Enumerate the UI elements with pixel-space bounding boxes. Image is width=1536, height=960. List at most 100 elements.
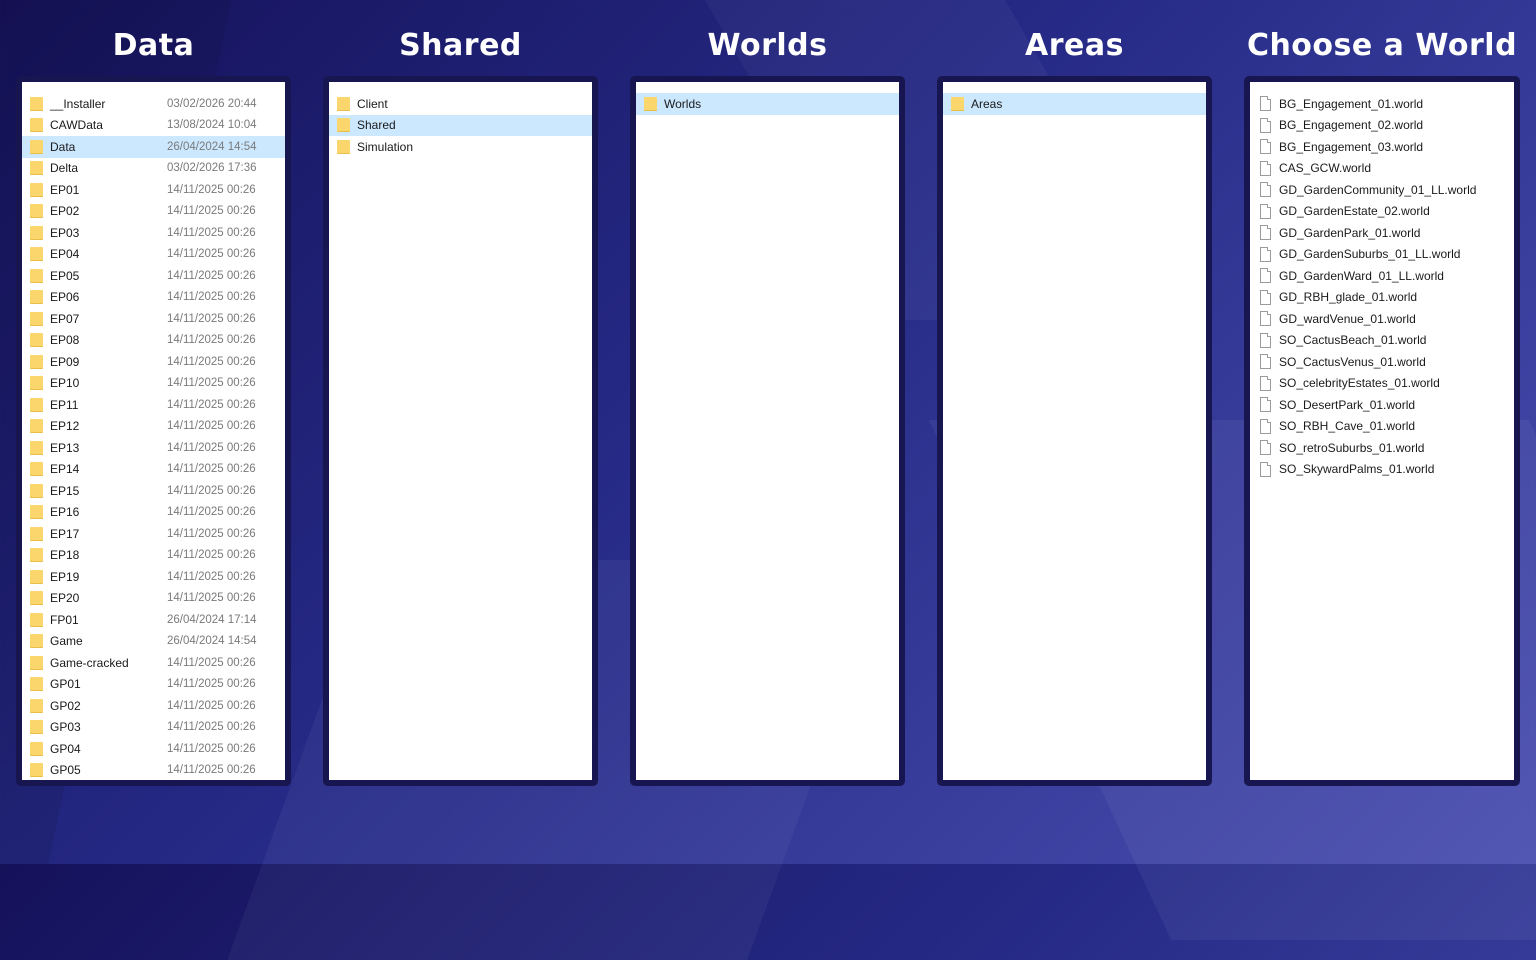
list-item[interactable]: Data 26/04/2024 14:54 <box>22 136 285 158</box>
explorer-frame: Worlds <box>630 76 905 786</box>
list-item[interactable]: Delta 03/02/2026 17:36 <box>22 158 285 180</box>
list-item[interactable]: GP03 14/11/2025 00:26 <box>22 717 285 739</box>
list-item[interactable]: EP03 14/11/2025 00:26 <box>22 222 285 244</box>
list-item[interactable]: CAS_GCW.world <box>1250 158 1514 180</box>
file-icon <box>1260 139 1271 155</box>
file-list-panel[interactable]: Worlds <box>636 82 899 780</box>
item-date: 26/04/2024 14:54 <box>167 140 257 153</box>
list-item[interactable]: GD_GardenWard_01_LL.world <box>1250 265 1514 287</box>
list-item[interactable]: SO_retroSuburbs_01.world <box>1250 437 1514 459</box>
item-name: BG_Engagement_03.world <box>1279 139 1424 154</box>
item-date: 14/11/2025 00:26 <box>167 764 256 777</box>
list-item[interactable]: EP07 14/11/2025 00:26 <box>22 308 285 330</box>
item-name: EP11 <box>50 397 79 412</box>
item-name: BG_Engagement_01.world <box>1279 96 1424 111</box>
list-item[interactable]: EP08 14/11/2025 00:26 <box>22 330 285 352</box>
list-item[interactable]: SO_CactusBeach_01.world <box>1250 330 1514 352</box>
item-name: EP08 <box>50 333 80 348</box>
list-item[interactable]: EP19 14/11/2025 00:26 <box>22 566 285 588</box>
item-date: 14/11/2025 00:26 <box>167 699 256 712</box>
file-icon <box>1260 461 1271 477</box>
file-icon <box>1260 289 1271 305</box>
folder-icon <box>30 182 43 197</box>
list-item[interactable]: SO_SkywardPalms_01.world <box>1250 459 1514 481</box>
explorer-frame: BG_Engagement_01.world BG_Engagement_02.w… <box>1244 76 1520 786</box>
list-item[interactable]: FP01 26/04/2024 17:14 <box>22 609 285 631</box>
list-item[interactable]: GD_GardenSuburbs_01_LL.world <box>1250 244 1514 266</box>
file-list-panel[interactable]: Areas <box>943 82 1206 780</box>
list-item[interactable]: Game-cracked 14/11/2025 00:26 <box>22 652 285 674</box>
item-name: CAS_GCW.world <box>1279 161 1372 176</box>
item-name: EP06 <box>50 290 80 305</box>
item-name: GD_GardenWard_01_LL.world <box>1279 268 1444 283</box>
list-item[interactable]: BG_Engagement_02.world <box>1250 115 1514 137</box>
list-item[interactable]: Areas <box>943 93 1206 115</box>
list-item[interactable]: Shared <box>329 114 592 136</box>
list-item[interactable]: BG_Engagement_01.world <box>1250 93 1514 115</box>
list-item[interactable]: GD_GardenPark_01.world <box>1250 222 1514 244</box>
list-item[interactable]: EP09 14/11/2025 00:26 <box>22 351 285 373</box>
list-item[interactable]: EP14 14/11/2025 00:26 <box>22 459 285 481</box>
list-item[interactable]: Simulation <box>329 136 592 158</box>
item-name: GP01 <box>50 677 81 692</box>
list-item[interactable]: SO_RBH_Cave_01.world <box>1250 416 1514 438</box>
item-name: EP18 <box>50 548 80 563</box>
list-item[interactable]: GD_RBH_glade_01.world <box>1250 287 1514 309</box>
folder-icon <box>30 268 43 283</box>
file-icon <box>1260 397 1271 413</box>
list-item[interactable]: EP10 14/11/2025 00:26 <box>22 373 285 395</box>
item-name: EP19 <box>50 569 80 584</box>
list-item[interactable]: GD_GardenCommunity_01_LL.world <box>1250 179 1514 201</box>
file-list-panel[interactable]: Client Shared Simulation <box>329 82 592 780</box>
file-list-panel[interactable]: __Installer 03/02/2026 20:44 CAWData 13/08/… <box>22 82 285 780</box>
explorer-frame: Client Shared Simulation <box>323 76 598 786</box>
list-item[interactable]: GD_wardVenue_01.world <box>1250 308 1514 330</box>
file-list-panel[interactable]: BG_Engagement_01.world BG_Engagement_02.w… <box>1250 82 1514 780</box>
list-item[interactable]: EP05 14/11/2025 00:26 <box>22 265 285 287</box>
folder-icon <box>30 311 43 326</box>
list-item[interactable]: Client <box>329 93 592 115</box>
list-item[interactable]: EP13 14/11/2025 00:26 <box>22 437 285 459</box>
item-name: __Installer <box>50 96 106 111</box>
list-item[interactable]: EP02 14/11/2025 00:26 <box>22 201 285 223</box>
item-date: 14/11/2025 00:26 <box>167 742 256 755</box>
list-item[interactable]: Game 26/04/2024 14:54 <box>22 631 285 653</box>
explorer-frame: Areas <box>937 76 1212 786</box>
file-icon <box>1260 332 1271 348</box>
list-item[interactable]: Worlds <box>636 93 899 115</box>
list-item[interactable]: EP11 14/11/2025 00:26 <box>22 394 285 416</box>
list-item[interactable]: GP05 14/11/2025 00:26 <box>22 760 285 781</box>
list-item[interactable]: EP18 14/11/2025 00:26 <box>22 545 285 567</box>
list-item[interactable]: SO_celebrityEstates_01.world <box>1250 373 1514 395</box>
list-item[interactable]: GP01 14/11/2025 00:26 <box>22 674 285 696</box>
list-item[interactable]: SO_CactusVenus_01.world <box>1250 351 1514 373</box>
list-item[interactable]: EP17 14/11/2025 00:26 <box>22 523 285 545</box>
list-item[interactable]: __Installer 03/02/2026 20:44 <box>22 93 285 115</box>
file-icon <box>1260 203 1271 219</box>
list-item[interactable]: EP12 14/11/2025 00:26 <box>22 416 285 438</box>
folder-icon <box>30 548 43 563</box>
list-item[interactable]: GP02 14/11/2025 00:26 <box>22 695 285 717</box>
folder-icon <box>30 225 43 240</box>
folder-icon <box>30 591 43 606</box>
list-item[interactable]: BG_Engagement_03.world <box>1250 136 1514 158</box>
folder-icon <box>30 354 43 369</box>
list-item[interactable]: SO_DesertPark_01.world <box>1250 394 1514 416</box>
item-name: GD_wardVenue_01.world <box>1279 311 1416 326</box>
item-name: EP17 <box>50 526 80 541</box>
list-item[interactable]: EP16 14/11/2025 00:26 <box>22 502 285 524</box>
list-item[interactable]: EP15 14/11/2025 00:26 <box>22 480 285 502</box>
list-item[interactable]: CAWData 13/08/2024 10:04 <box>22 115 285 137</box>
folder-icon <box>30 655 43 670</box>
item-name: Game <box>50 634 83 649</box>
list-item[interactable]: GD_GardenEstate_02.world <box>1250 201 1514 223</box>
list-item[interactable]: EP04 14/11/2025 00:26 <box>22 244 285 266</box>
list-item[interactable]: EP20 14/11/2025 00:26 <box>22 588 285 610</box>
list-item[interactable]: EP01 14/11/2025 00:26 <box>22 179 285 201</box>
file-icon <box>1260 182 1271 198</box>
list-item[interactable]: GP04 14/11/2025 00:26 <box>22 738 285 760</box>
item-date: 14/11/2025 00:26 <box>167 656 256 669</box>
file-icon <box>1260 96 1271 112</box>
list-item[interactable]: EP06 14/11/2025 00:26 <box>22 287 285 309</box>
file-icon <box>1260 418 1271 434</box>
